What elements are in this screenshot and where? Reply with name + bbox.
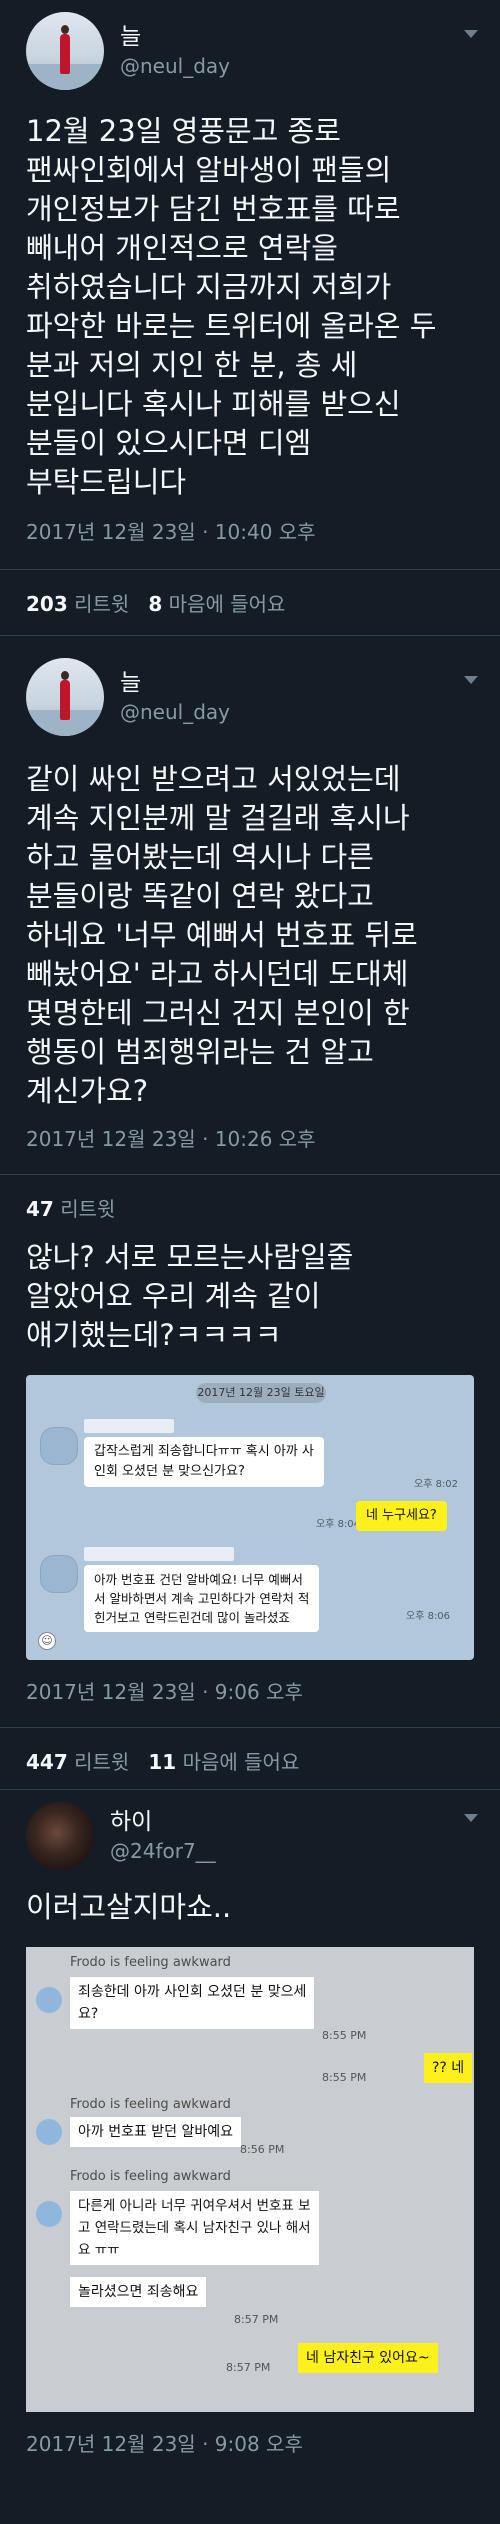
- tweet-text: 않나? 서로 모르는사람일줄 알았어요 우리 계속 같이 얘기했는데?ㅋㅋㅋㅋ: [26, 1240, 354, 1352]
- chat-message: 갑작스럽게 죄송합니다ㅠㅠ 혹시 아까 사 인회 오셨던 분 맞으신가요?: [84, 1437, 324, 1487]
- tweet-timestamp[interactable]: 2017년 12월 23일 · 9:08 오후: [0, 2428, 500, 2457]
- sender-name-redacted: [84, 1547, 234, 1561]
- like-label: 마음에 들어요: [182, 1750, 300, 1774]
- chat-time: 8:56 PM: [240, 2143, 285, 2156]
- user-handle[interactable]: @neul_day: [120, 52, 230, 80]
- tweet-timestamp[interactable]: 2017년 12월 23일 · 10:26 오후: [26, 1123, 500, 1152]
- tweet-timestamp[interactable]: 2017년 12월 23일 · 9:06 오후: [0, 1676, 500, 1705]
- user-handle[interactable]: @24for7__: [110, 1837, 216, 1865]
- tweet-timestamp[interactable]: 2017년 12월 23일 · 10:40 오후: [26, 516, 500, 545]
- chat-time: 8:57 PM: [234, 2313, 279, 2326]
- chat-message: 죄송한데 아까 사인회 오셨던 분 맞으세 요?: [70, 1977, 315, 2029]
- tweet-text: 12월 23일 영풍문고 종로 팬싸인회에서 알바생이 팬들의 개인정보가 담긴…: [26, 114, 437, 499]
- sender-name-redacted: [84, 1419, 174, 1433]
- display-name[interactable]: 늘: [120, 22, 230, 52]
- feeling-label: Frodo is feeling awkward: [70, 2097, 231, 2112]
- avatar[interactable]: [26, 12, 104, 90]
- avatar[interactable]: [26, 1802, 94, 1870]
- chat-message: 아까 번호표 받던 알바예요: [70, 2117, 242, 2147]
- retweet-count[interactable]: 203: [26, 592, 68, 616]
- tweet-header: 늘 @neul_day: [26, 658, 500, 736]
- chat-time: 8:57 PM: [226, 2361, 271, 2374]
- chat-time: 8:55 PM: [322, 2029, 367, 2042]
- tweet-header: 늘 @neul_day: [26, 12, 500, 90]
- user-handle[interactable]: @neul_day: [120, 698, 230, 726]
- chat-avatar: [36, 2201, 62, 2227]
- chat-avatar: [40, 1427, 78, 1465]
- retweet-count[interactable]: 47: [26, 1197, 54, 1221]
- chat-message: 놀라셨으면 죄송해요: [70, 2277, 207, 2307]
- like-count[interactable]: 11: [148, 1750, 176, 1774]
- display-name[interactable]: 하이: [110, 1807, 216, 1837]
- chat-avatar: [36, 2119, 62, 2145]
- avatar[interactable]: [26, 658, 104, 736]
- feeling-label: Frodo is feeling awkward: [70, 2169, 231, 2184]
- chat-date: 2017년 12월 23일 토요일: [196, 1383, 326, 1403]
- retweet-label: 리트윗: [74, 1750, 130, 1774]
- chat-avatar: [36, 1987, 62, 2013]
- tweet-1: 늘 @neul_day 12월 23일 영풍문고 종로 팬싸인회에서 알바생이 …: [0, 0, 500, 545]
- messenger-chat-image[interactable]: Frodo is feeling awkward 죄송한데 아까 사인회 오셨던…: [26, 1947, 474, 2412]
- chevron-down-icon[interactable]: [464, 676, 478, 684]
- tweet-4: 하이 @24for7__ 이러고살지마쇼.. Frodo is feeling …: [0, 1790, 500, 2457]
- chat-reply: 네 남자친구 있어요~: [298, 2343, 438, 2373]
- tweet-header: 하이 @24for7__: [0, 1802, 500, 1870]
- chat-reply: 네 누구세요?: [356, 1501, 447, 1531]
- tweet-text: 이러고살지마쇼..: [26, 1890, 232, 1924]
- retweet-label: 리트윗: [74, 592, 130, 616]
- kakao-chat-image[interactable]: 2017년 12월 23일 토요일 갑작스럽게 죄송합니다ㅠㅠ 혹시 아까 사 …: [26, 1375, 474, 1660]
- tweet-3: 않나? 서로 모르는사람일줄 알았어요 우리 계속 같이 얘기했는데?ㅋㅋㅋㅋ …: [0, 1238, 500, 1705]
- chat-time: 8:55 PM: [322, 2071, 367, 2084]
- retweet-count[interactable]: 447: [26, 1750, 68, 1774]
- feeling-label: Frodo is feeling awkward: [70, 1955, 231, 1970]
- chat-reply: ?? 네: [424, 2053, 473, 2083]
- chat-time: 오후 8:02: [414, 1479, 459, 1490]
- chat-time: 오후 8:06: [406, 1611, 451, 1622]
- retweet-label: 리트윗: [60, 1197, 116, 1221]
- like-label: 마음에 들어요: [168, 592, 286, 616]
- chat-avatar: [40, 1555, 78, 1593]
- tweet-stats: 47 리트윗: [0, 1175, 500, 1234]
- chat-time: 오후 8:04: [316, 1519, 361, 1530]
- tweet-stats: 447 리트윗 11 마음에 들어요: [0, 1728, 500, 1789]
- tweet-2: 늘 @neul_day 같이 싸인 받으려고 서있었는데 계속 지인분께 말 걸…: [0, 636, 500, 1152]
- chat-message: 다른게 아니라 너무 귀여우셔서 번호표 보 고 연락드렸는데 혹시 남자친구 …: [70, 2191, 319, 2265]
- smile-icon[interactable]: ☺: [38, 1632, 56, 1650]
- chevron-down-icon[interactable]: [464, 1814, 478, 1822]
- tweet-text: 같이 싸인 받으려고 서있었는데 계속 지인분께 말 걸길래 혹시나 하고 물어…: [26, 762, 418, 1108]
- display-name[interactable]: 늘: [120, 668, 230, 698]
- chat-message: 아까 번호표 건던 알바예요! 너무 예뻐서 서 알바하면서 계속 고민하다가 …: [84, 1565, 320, 1632]
- chevron-down-icon[interactable]: [464, 30, 478, 38]
- like-count[interactable]: 8: [148, 592, 162, 616]
- tweet-stats: 203 리트윗 8 마음에 들어요: [0, 570, 500, 635]
